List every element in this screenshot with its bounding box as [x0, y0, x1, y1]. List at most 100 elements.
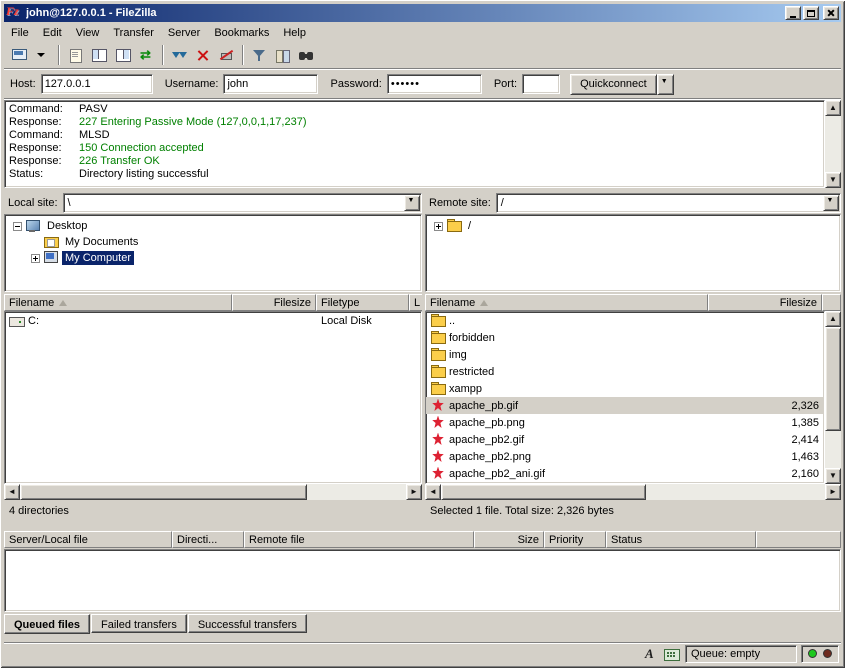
log-line: Status:Directory listing successful	[9, 168, 820, 181]
tree-item-desktop[interactable]: Desktop	[5, 218, 421, 234]
cancel-button[interactable]	[191, 44, 215, 67]
local-site-combobox[interactable]: \	[63, 193, 422, 213]
log-scrollbar[interactable]	[825, 100, 841, 188]
scroll-right-button[interactable]	[406, 484, 422, 500]
cell-filesize	[709, 380, 823, 397]
column-header-filesize[interactable]: Filesize	[708, 294, 822, 311]
tab-successful-transfers[interactable]: Successful transfers	[188, 614, 307, 633]
column-header-directi[interactable]: Directi...	[172, 531, 244, 548]
file-row-parent-directory[interactable]: ..	[426, 312, 824, 329]
scrollbar-thumb[interactable]	[20, 484, 307, 500]
find-button[interactable]	[295, 44, 319, 67]
site-manager-dropdown-button[interactable]	[31, 44, 55, 67]
column-header-label: Size	[518, 534, 539, 546]
tree-item-my-documents[interactable]: My Documents	[5, 234, 421, 250]
file-row-apache-pb2-ani-gif[interactable]: apache_pb2_ani.gif2,160	[426, 465, 824, 482]
menu-item-transfer[interactable]: Transfer	[106, 25, 161, 41]
toggle-local-tree-button[interactable]	[87, 44, 111, 67]
file-row-img[interactable]: img	[426, 346, 824, 363]
compare-button[interactable]	[271, 44, 295, 67]
menu-item-edit[interactable]: Edit	[36, 25, 69, 41]
toggle-remote-tree-button[interactable]	[111, 44, 135, 67]
remote-list-scrollbar[interactable]	[825, 311, 841, 484]
remote-site-value: /	[497, 197, 823, 209]
plus-expander-icon[interactable]	[434, 222, 443, 231]
tab-queued-files[interactable]: Queued files	[4, 614, 90, 634]
column-header-priority[interactable]: Priority	[544, 531, 606, 548]
cell-filesize: 2,414	[709, 431, 823, 448]
cell-filename: ..	[426, 312, 709, 329]
menu-item-help[interactable]: Help	[276, 25, 313, 41]
remote-site-dropdown-button[interactable]	[823, 195, 839, 211]
cell-text: apache_pb.png	[449, 417, 525, 429]
file-row-apache-pb2-png[interactable]: apache_pb2.png1,463	[426, 448, 824, 465]
column-header-label: Filename	[430, 297, 475, 309]
scroll-down-button[interactable]	[825, 468, 841, 484]
scroll-up-button[interactable]	[825, 100, 841, 116]
transfer-type-icon[interactable]	[641, 646, 659, 662]
quickconnect-dropdown-button[interactable]	[657, 74, 674, 95]
scrollbar-thumb[interactable]	[825, 327, 841, 431]
maximize-button[interactable]	[803, 6, 819, 20]
host-input[interactable]	[41, 74, 153, 94]
process-queue-button[interactable]	[167, 44, 191, 67]
local-file-list-header: FilenameFilesizeFiletype L	[4, 294, 422, 311]
column-header-remote-file[interactable]: Remote file	[244, 531, 474, 548]
scroll-right-button[interactable]	[825, 484, 841, 500]
menu-item-file[interactable]: File	[4, 25, 36, 41]
toggle-message-log-button[interactable]	[63, 44, 87, 67]
site-manager-icon	[11, 48, 27, 62]
tree-item-label: My Documents	[62, 235, 141, 249]
column-header-filler	[756, 531, 841, 548]
column-header-server-local-file[interactable]: Server/Local file	[4, 531, 172, 548]
column-header-filetype[interactable]: Filetype	[316, 294, 409, 311]
menu-item-view[interactable]: View	[69, 25, 107, 41]
remote-list-horizontal-scrollbar[interactable]	[425, 484, 841, 500]
scroll-left-button[interactable]	[4, 484, 20, 500]
minimize-button[interactable]	[785, 6, 801, 20]
file-row-apache-pb-png[interactable]: apache_pb.png1,385	[426, 414, 824, 431]
file-row-xampp[interactable]: xampp	[426, 380, 824, 397]
column-header-l[interactable]: L	[409, 294, 422, 311]
site-manager-button[interactable]	[7, 44, 31, 67]
log-line: Response:226 Transfer OK	[9, 155, 820, 168]
file-row-forbidden[interactable]: forbidden	[426, 329, 824, 346]
cell-text: ..	[449, 315, 455, 327]
scroll-down-button[interactable]	[825, 172, 841, 188]
remote-site-combobox[interactable]: /	[496, 193, 841, 213]
username-input[interactable]	[223, 74, 318, 94]
computer-icon	[43, 251, 59, 265]
quickconnect-button[interactable]: Quickconnect	[570, 74, 657, 95]
disconnect-button[interactable]	[215, 44, 239, 67]
file-row-restricted[interactable]: restricted	[426, 363, 824, 380]
scrollbar-thumb[interactable]	[441, 484, 646, 500]
password-input[interactable]	[387, 74, 482, 94]
speed-limit-icon[interactable]	[663, 646, 681, 662]
close-button[interactable]	[823, 6, 839, 20]
tree-item-item[interactable]: /	[426, 218, 840, 234]
title-bar[interactable]: john@127.0.0.1 - FileZilla	[4, 4, 841, 22]
column-header-filename[interactable]: Filename	[4, 294, 232, 311]
local-list-horizontal-scrollbar[interactable]	[4, 484, 422, 500]
menu-item-bookmarks[interactable]: Bookmarks	[207, 25, 276, 41]
column-header-filesize[interactable]: Filesize	[232, 294, 316, 311]
file-row-apache-pb-gif[interactable]: apache_pb.gif2,326	[426, 397, 824, 414]
file-row-c[interactable]: C:Local Disk	[5, 312, 421, 329]
column-header-status[interactable]: Status	[606, 531, 756, 548]
scroll-left-button[interactable]	[425, 484, 441, 500]
scroll-up-button[interactable]	[825, 311, 841, 327]
cell-filename: restricted	[426, 363, 709, 380]
tree-item-my-computer[interactable]: My Computer	[5, 250, 421, 266]
menu-item-server[interactable]: Server	[161, 25, 207, 41]
column-header-label: L	[414, 297, 420, 309]
minus-expander-icon[interactable]	[13, 222, 22, 231]
file-row-apache-pb2-gif[interactable]: apache_pb2.gif2,414	[426, 431, 824, 448]
plus-expander-icon[interactable]	[31, 254, 40, 263]
local-site-dropdown-button[interactable]	[404, 195, 420, 211]
tab-failed-transfers[interactable]: Failed transfers	[91, 614, 187, 633]
column-header-filename[interactable]: Filename	[425, 294, 708, 311]
column-header-size[interactable]: Size	[474, 531, 544, 548]
port-input[interactable]	[522, 74, 560, 94]
refresh-button[interactable]	[135, 44, 159, 67]
filter-button[interactable]	[247, 44, 271, 67]
